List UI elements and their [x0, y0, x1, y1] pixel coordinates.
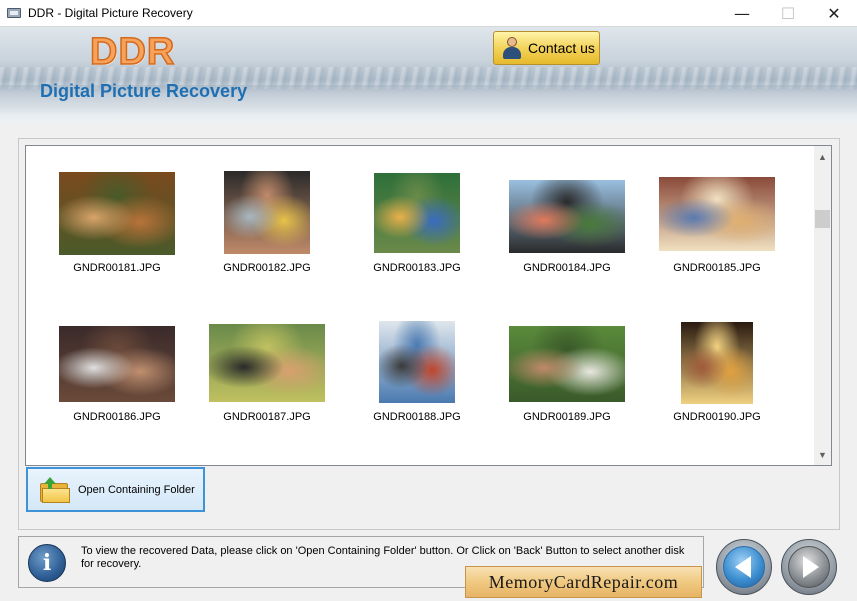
photo-thumbnail-item[interactable]: GNDR00187.JPG	[192, 324, 342, 423]
header-banner: DDR Digital Picture Recovery Contact us	[0, 27, 857, 123]
photo-thumbnail-item[interactable]: GNDR00189.JPG	[492, 326, 642, 423]
site-badge: MemoryCardRepair.com	[465, 566, 702, 598]
photo-thumbnail-item[interactable]: GNDR00190.JPG	[642, 322, 792, 423]
open-containing-folder-button[interactable]: Open Containing Folder	[26, 467, 205, 512]
window-controls: — ☐ ✕	[719, 0, 857, 27]
back-arrow-icon	[734, 556, 751, 578]
photo-thumbnail-item[interactable]: GNDR00188.JPG	[342, 321, 492, 423]
photo-filename: GNDR00188.JPG	[373, 411, 461, 423]
photo-filename: GNDR00181.JPG	[73, 262, 161, 274]
next-button[interactable]	[781, 539, 837, 595]
photo-thumbnail-image[interactable]	[509, 180, 625, 253]
photo-thumbnail-image[interactable]	[379, 321, 455, 403]
photo-thumbnail-image[interactable]	[509, 326, 625, 402]
photo-filename: GNDR00186.JPG	[73, 411, 161, 423]
photo-thumbnail-image[interactable]	[659, 177, 775, 251]
photo-thumbnail-image[interactable]	[374, 173, 460, 253]
app-icon	[6, 5, 22, 21]
photo-filename: GNDR00189.JPG	[523, 411, 611, 423]
photo-filename: GNDR00182.JPG	[223, 262, 311, 274]
open-folder-label: Open Containing Folder	[78, 483, 195, 496]
window-title: DDR - Digital Picture Recovery	[28, 6, 193, 20]
photo-thumbnail-image[interactable]	[59, 326, 175, 402]
photo-thumbnail-image[interactable]	[59, 172, 175, 255]
person-icon	[502, 36, 522, 60]
open-folder-icon	[40, 476, 70, 503]
photo-thumbnail-image[interactable]	[224, 171, 310, 254]
maximize-button[interactable]: ☐	[765, 0, 811, 27]
next-arrow-icon	[803, 556, 819, 578]
app-subtitle: Digital Picture Recovery	[40, 81, 248, 101]
photo-thumbnail-item[interactable]: GNDR00184.JPG	[492, 180, 642, 274]
minimize-button[interactable]: —	[719, 0, 765, 27]
photo-thumbnail-item[interactable]: GNDR00181.JPG	[42, 172, 192, 274]
photo-thumbnail-item[interactable]: GNDR00186.JPG	[42, 326, 192, 423]
scroll-thumb[interactable]	[815, 210, 830, 228]
photo-filename: GNDR00187.JPG	[223, 411, 311, 423]
contact-us-label: Contact us	[528, 40, 595, 56]
photo-filename: GNDR00184.JPG	[523, 262, 611, 274]
vertical-scrollbar[interactable]: ▲ ▼	[814, 146, 831, 465]
photo-thumbnail-image[interactable]	[681, 322, 753, 404]
close-button[interactable]: ✕	[811, 0, 857, 27]
scroll-up-icon[interactable]: ▲	[814, 148, 831, 165]
photo-thumbnail-item[interactable]: GNDR00185.JPG	[642, 177, 792, 274]
info-icon: i	[28, 544, 66, 582]
photo-filename: GNDR00190.JPG	[673, 411, 761, 423]
photo-thumbnail-item[interactable]: GNDR00183.JPG	[342, 173, 492, 274]
contact-us-button[interactable]: Contact us	[493, 31, 600, 65]
scroll-down-icon[interactable]: ▼	[814, 446, 831, 463]
photo-filename: GNDR00183.JPG	[373, 262, 461, 274]
back-button[interactable]	[716, 539, 772, 595]
photo-thumbnail-item[interactable]: GNDR00182.JPG	[192, 171, 342, 274]
ddr-logo: DDR	[89, 30, 176, 74]
recovered-photos-gallery[interactable]: ▲ ▼ GNDR00181.JPG GNDR00182.JPG GNDR00183.…	[25, 145, 832, 466]
photo-thumbnail-image[interactable]	[209, 324, 325, 402]
photo-filename: GNDR00185.JPG	[673, 262, 761, 274]
title-bar: DDR - Digital Picture Recovery — ☐ ✕	[0, 0, 857, 27]
